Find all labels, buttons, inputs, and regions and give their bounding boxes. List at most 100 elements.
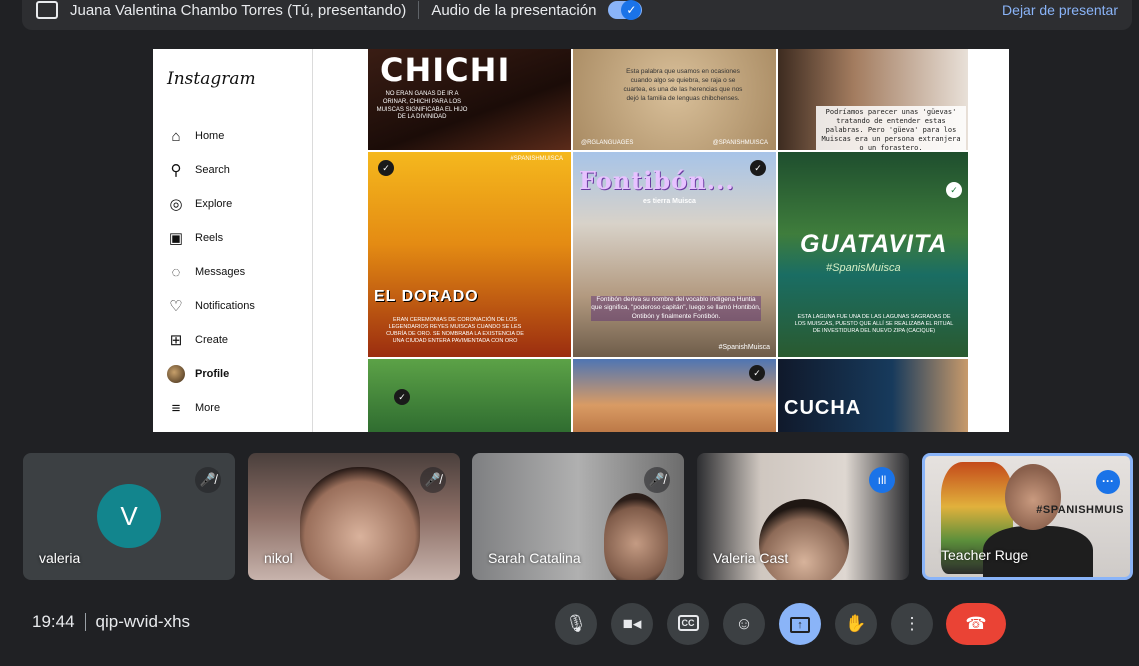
microphone-icon: 🎙 [565,614,587,633]
verified-icon: ✓ [750,160,766,176]
nav-item-messages[interactable]: ◌ Messages [167,255,255,289]
more-options-button[interactable]: ⋮ [891,603,933,645]
nav-item-notifications[interactable]: ♡ Notifications [167,289,255,323]
post-caption: NO ERAN GANAS DE IR A ORINAR, CHICHI PAR… [376,91,468,121]
participant-name: Valeria Cast [713,550,789,566]
post-tag: #SpanishMuisca [718,344,770,351]
present-icon: ↑ [790,616,810,633]
search-icon: ⚲ [170,162,182,179]
nav-label: More [195,402,221,414]
post-cucha[interactable]: CUCHA [778,359,968,432]
participant-tile[interactable]: V 🎤̸ valeria [23,453,235,580]
reels-icon: ▣ [168,230,184,247]
divider [84,613,86,631]
more-options-icon[interactable]: ··· [1096,470,1120,494]
camera-button[interactable]: ■◂ [611,603,653,645]
nav-item-profile[interactable]: Profile [167,357,255,391]
meet-window: Juana Valentina Chambo Torres (Tú, prese… [0,0,1139,666]
nav-label: Notifications [195,300,255,312]
post-chibchenses[interactable]: Esta palabra que usamos en ocasiones cua… [573,49,776,150]
post-caption: ESTA LAGUNA FUE UNA DE LAS LAGUNAS SAGRA… [794,314,954,335]
profile-avatar [167,365,185,383]
verified-icon: ✓ [946,182,962,198]
meeting-code: qip-wvid-xhs [95,612,191,631]
post-caption: Podríamos parecer unas 'güevas' tratando… [816,106,966,150]
emoji-icon: ☺ [735,614,753,633]
participant-video [604,493,668,580]
microphone-button[interactable]: 🎙 [555,603,597,645]
post-fontibon[interactable]: ✓ Fontibón... es tierra Muisca Fontibón … [573,152,776,357]
post-forest[interactable]: ✓ [368,359,571,432]
post-guatavita[interactable]: ✓ GUATAVITA #SpanisMuisca ESTA LAGUNA FU… [778,152,968,357]
post-el-dorado[interactable]: ✓ #SPANISHMUISCA EL DORADO ERAN CEREMONI… [368,152,571,357]
presentation-audio-toggle[interactable] [608,0,643,20]
post-title: Fontibón... [579,166,735,195]
nav-label: Search [195,164,230,176]
emoji-reaction-button[interactable]: ☺ [723,603,765,645]
post-tag: #SPANISHMUISCA [510,156,563,162]
participant-name: valeria [39,550,81,566]
nav-label: Messages [195,266,246,278]
verified-icon: ✓ [394,389,410,405]
nav-item-create[interactable]: ⊞ Create [167,323,255,357]
post-title: EL DORADO [374,288,479,305]
participant-video [759,499,849,580]
messenger-icon: ◌ [171,263,181,281]
presenting-banner: Juana Valentina Chambo Torres (Tú, prese… [22,0,1132,30]
leave-call-button[interactable]: ☎ [946,603,1006,645]
post-painting[interactable]: ✓ [573,359,776,432]
hand-icon: ✋ [845,614,867,633]
post-tags: @RGLANGUAGES @SPANISHMUISCA [581,140,768,146]
nav-item-explore[interactable]: ◎ Explore [167,187,255,221]
wall-sign: #SPANISHMUIS [1036,504,1124,516]
avatar: V [97,484,161,548]
nav-item-reels[interactable]: ▣ Reels [167,221,255,255]
present-screen-icon [36,1,58,19]
mic-off-icon: 🎤̸ [644,467,670,493]
instagram-post-grid: CHICHI NO ERAN GANAS DE IR A ORINAR, CHI… [368,49,968,432]
verified-icon: ✓ [378,160,394,176]
participant-face [1005,464,1061,530]
stop-presenting-button[interactable]: Dejar de presentar [1002,2,1118,18]
home-icon: ⌂ [171,127,181,145]
meeting-time: 19:44 [32,612,75,631]
post-caption: Fontibón deriva su nombre del vocablo in… [591,296,761,322]
nav-label: Profile [195,368,230,380]
present-screen-button[interactable]: ↑ [779,603,821,645]
participant-tile[interactable]: ıll Valeria Cast [697,453,909,580]
plus-icon: ⊞ [169,332,183,349]
nav-item-more[interactable]: ≡ More [167,391,255,425]
mic-off-icon: 🎤̸ [420,467,446,493]
speaking-indicator-icon: ıll [869,467,895,493]
post-title: CHICHI [380,51,511,89]
post-caption: Esta palabra que usamos en ocasiones cua… [623,68,743,103]
menu-icon: ≡ [171,399,181,417]
presenter-text: Juana Valentina Chambo Torres (Tú, prese… [70,1,407,19]
instagram-nav: ⌂ Home ⚲ Search ◎ Explore ▣ Reels ◌ Messages … [167,119,255,425]
raise-hand-button[interactable]: ✋ [835,603,877,645]
compass-icon: ◎ [169,196,183,213]
nav-label: Home [195,130,225,142]
post-guevas[interactable]: Podríamos parecer unas 'güevas' tratando… [778,49,968,150]
participant-tile[interactable]: 🎤̸ Sarah Catalina [472,453,684,580]
shared-screen: Instagram ⌂ Home ⚲ Search ◎ Explore ▣ Reels … [153,49,1009,432]
mic-off-icon: 🎤̸ [195,467,221,493]
participant-name: nikol [264,550,293,566]
meeting-info: 19:44 qip-wvid-xhs [32,612,190,632]
participant-video [300,467,420,580]
participant-tile-pinned[interactable]: #SPANISHMUIS ··· Teacher Ruge [922,453,1133,580]
nav-item-search[interactable]: ⚲ Search [167,153,255,187]
captions-icon: CC [677,615,699,631]
camera-icon: ■◂ [622,614,642,633]
nav-item-home[interactable]: ⌂ Home [167,119,255,153]
participant-name: Sarah Catalina [488,550,581,566]
captions-button[interactable]: CC [667,603,709,645]
post-caption: ERAN CEREMONIAS DE CORONACIÓN DE LOS LEG… [386,317,524,345]
participant-tile[interactable]: 🎤̸ nikol [248,453,460,580]
nav-label: Explore [195,198,233,210]
post-chichi[interactable]: CHICHI NO ERAN GANAS DE IR A ORINAR, CHI… [368,49,571,150]
instagram-logo: Instagram [167,69,256,89]
post-subtitle: #SpanisMuisca [826,262,901,274]
nav-label: Create [195,334,229,346]
verified-icon: ✓ [749,365,765,381]
